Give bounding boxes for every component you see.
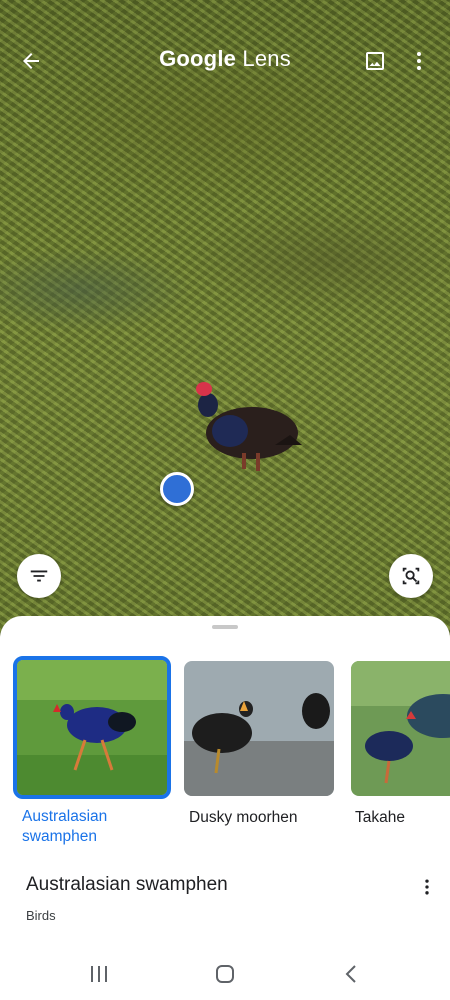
entity-category: Birds — [26, 908, 56, 923]
filter-button[interactable] — [17, 554, 61, 598]
gallery-button[interactable] — [355, 41, 395, 81]
result-thumbnail — [13, 656, 171, 799]
focus-point-dot[interactable] — [160, 472, 194, 506]
nav-back-button[interactable] — [331, 959, 371, 989]
result-thumbnail — [351, 661, 450, 796]
more-vert-icon — [417, 52, 421, 70]
more-options-button[interactable] — [399, 41, 439, 81]
result-label: Takahe — [355, 809, 405, 826]
recents-button[interactable] — [79, 959, 119, 989]
result-thumbnail — [184, 661, 334, 796]
viewfinder-bird-image — [196, 382, 302, 471]
top-app-bar: Google Lens — [0, 36, 450, 86]
chevron-left-icon — [345, 965, 356, 983]
more-vert-icon — [425, 879, 429, 895]
system-nav-bar — [0, 945, 450, 1000]
result-label: Dusky moorhen — [189, 809, 298, 826]
search-region-button[interactable] — [389, 554, 433, 598]
title-product: Lens — [242, 46, 291, 71]
visual-matches-carousel[interactable]: Australasian swamphen Dusky moorhen Taka… — [0, 656, 450, 856]
title-brand: Google — [159, 46, 237, 71]
entity-title: Australasian swamphen — [26, 874, 228, 895]
image-search-icon — [402, 567, 420, 585]
filter-list-icon — [30, 570, 48, 582]
camera-viewfinder[interactable] — [0, 0, 450, 640]
image-icon — [366, 52, 384, 70]
home-icon — [216, 965, 234, 983]
sheet-drag-handle[interactable] — [212, 625, 238, 629]
entity-more-button[interactable] — [412, 872, 442, 902]
home-button[interactable] — [205, 959, 245, 989]
recents-icon — [91, 966, 107, 982]
result-label: Australasian swamphen — [22, 808, 108, 845]
results-bottom-sheet: Australasian swamphen Dusky moorhen Taka… — [0, 616, 450, 1000]
